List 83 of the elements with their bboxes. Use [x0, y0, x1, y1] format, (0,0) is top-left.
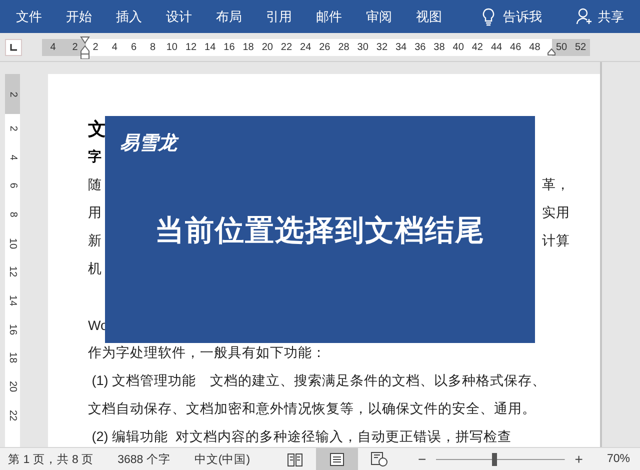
language-indicator[interactable]: 中文(中国) [194, 452, 250, 466]
document-text: 革， [542, 176, 570, 194]
view-button[interactable] [316, 448, 358, 470]
ruler-number: 24 [299, 42, 312, 52]
document-text: (1) 文档管理功能 文档的建立、搜索满足条件的文档、以多种格式保存、 [90, 372, 546, 390]
ruler-number: 2 [7, 91, 18, 97]
tab-stop-selector[interactable] [5, 38, 22, 56]
zoom-thumb[interactable] [492, 452, 498, 466]
ruler-number: 6 [130, 42, 138, 52]
book-icon [287, 452, 304, 466]
share-button[interactable]: 共享 [576, 8, 624, 26]
ruler-number: 34 [394, 42, 408, 52]
ruler-number: 4 [110, 42, 118, 52]
ribbon-tab[interactable]: 布局 [216, 8, 266, 26]
page-icon [329, 452, 346, 466]
ruler-number: 14 [7, 294, 18, 306]
ruler-number: 4 [7, 154, 18, 160]
ruler-number: 38 [432, 42, 446, 52]
page-count[interactable]: 第 1 页，共 8 页 [8, 452, 94, 466]
zoom-in-button[interactable]: + [568, 451, 589, 467]
ruler-number: 22 [280, 42, 294, 52]
ruler-number: 28 [337, 42, 350, 52]
ruler-number: 52 [574, 42, 586, 52]
ruler-number: 32 [375, 42, 389, 52]
ribbon-tab[interactable]: 插入 [116, 8, 166, 26]
ruler-number: 20 [260, 42, 274, 52]
ribbon-tab[interactable]: 文件 [16, 8, 66, 26]
ruler-number: 2 [7, 126, 18, 132]
indent-marker-icon[interactable] [80, 36, 90, 58]
web-page-icon [370, 451, 388, 467]
word-count[interactable]: 3688 个字 [118, 452, 170, 466]
ruler-number: 42 [470, 42, 484, 52]
document-text: 作为字处理软件，一般具有如下功能： [88, 344, 326, 362]
person-add-icon [576, 8, 594, 25]
ruler-number: 8 [149, 42, 157, 52]
ruler-number: 16 [7, 324, 18, 335]
ruler-number: 40 [452, 42, 465, 52]
ruler-number: 2 [72, 42, 78, 52]
document-text: 新 [88, 232, 102, 250]
ruler-number: 26 [318, 42, 332, 52]
document-text: 随 [88, 176, 102, 194]
ruler-number: 12 [7, 266, 18, 278]
right-indent-marker-icon[interactable] [547, 48, 556, 56]
caption-title: 当前位置选择到文档结尾 [154, 214, 486, 249]
ruler-number: 20 [7, 380, 18, 392]
ruler-number: 14 [204, 42, 217, 52]
left-tab-icon [10, 44, 17, 50]
zoom-out-button[interactable]: − [412, 451, 432, 467]
ribbon-tab[interactable]: 开始 [66, 8, 116, 26]
document-text: 实用 [542, 204, 570, 222]
ribbon-tab[interactable]: 视图 [416, 8, 466, 26]
tell-me-button[interactable]: 告诉我 [503, 8, 542, 26]
ribbon-tab[interactable]: 引用 [266, 8, 316, 26]
document-text: 用 [88, 204, 102, 222]
ribbon-tab[interactable]: 审阅 [366, 8, 416, 26]
ruler-number: 44 [490, 42, 504, 52]
document-text: 计算 [542, 232, 570, 250]
ruler-number: 18 [242, 42, 255, 52]
ruler-number: 48 [528, 42, 542, 52]
brand-logo: 易雪龙 [120, 132, 177, 156]
lightbulb-icon [482, 8, 495, 26]
ruler-number: 8 [7, 212, 18, 218]
document-text: 机 [88, 260, 102, 278]
ruler-number: 12 [184, 42, 198, 52]
ruler-number: 18 [7, 352, 18, 364]
ribbon-tab[interactable]: 邮件 [316, 8, 366, 26]
ruler-number: 46 [509, 42, 522, 52]
ribbon-tab[interactable]: 设计 [166, 8, 216, 26]
ruler-number: 16 [222, 42, 236, 52]
ruler-number: 10 [165, 42, 178, 52]
ruler-number: 22 [7, 410, 18, 421]
document-text: 文档自动保存、文档加密和意外情况恢复等，以确保文件的安全、通用。 [88, 400, 536, 418]
ruler-number: 50 [556, 42, 568, 52]
document-text: (2) 编辑功能 对文档内容的多种途径输入，自动更正错误，拼写检查 [90, 428, 512, 446]
ruler-number: 10 [7, 238, 18, 249]
ruler-number: 6 [7, 182, 18, 188]
ruler-number: 30 [356, 42, 370, 52]
ruler-number: 4 [50, 42, 56, 52]
zoom-percent[interactable]: 70% [606, 453, 630, 465]
ruler-number: 36 [414, 42, 427, 52]
document-text: 文 [88, 118, 106, 141]
ruler-number: 2 [92, 42, 100, 52]
document-text: 字 [88, 148, 102, 166]
